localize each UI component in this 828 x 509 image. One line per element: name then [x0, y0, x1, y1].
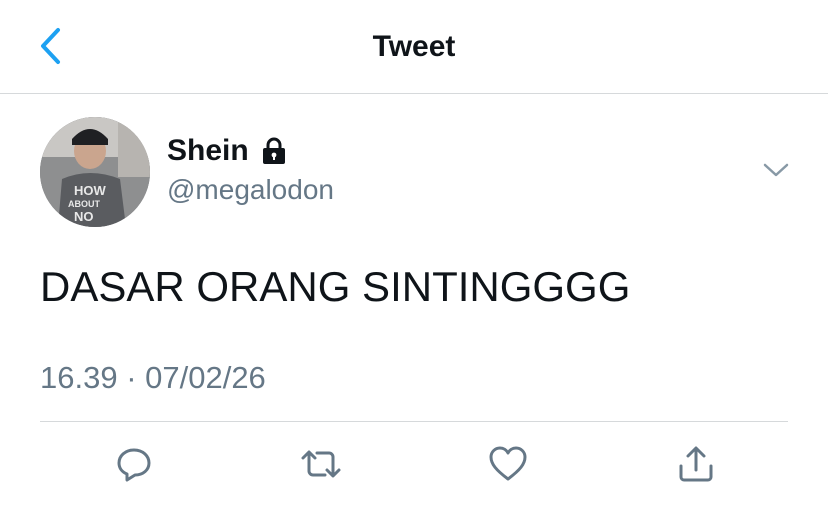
avatar-shirt-text-3: NO: [74, 209, 94, 224]
like-button[interactable]: [482, 440, 534, 492]
share-icon: [676, 444, 716, 489]
tweet-actions-bar: [0, 440, 828, 492]
avatar-shirt-text-1: HOW: [74, 183, 107, 198]
reply-icon: [114, 444, 154, 489]
more-options-button[interactable]: [760, 156, 792, 188]
lock-icon: [259, 136, 289, 166]
divider: [40, 421, 788, 422]
share-button[interactable]: [670, 440, 722, 492]
chevron-down-icon: [763, 163, 789, 182]
author-name-row[interactable]: Shein: [167, 134, 289, 168]
tweet-timestamp[interactable]: 16.39 · 07/02/26: [40, 360, 266, 396]
avatar-shirt-text-2: ABOUT: [68, 199, 100, 209]
reply-button[interactable]: [108, 440, 160, 492]
retweet-button[interactable]: [295, 440, 347, 492]
page-title: Tweet: [372, 30, 456, 63]
avatar[interactable]: HOW ABOUT NO: [40, 117, 150, 227]
heart-icon: [488, 444, 528, 489]
top-bar: Tweet: [0, 0, 828, 94]
user-handle[interactable]: @megalodon: [167, 174, 334, 206]
retweet-icon: [299, 444, 343, 489]
tweet-text: DASAR ORANG SINTINGGGG: [40, 263, 631, 310]
display-name[interactable]: Shein: [167, 134, 249, 168]
